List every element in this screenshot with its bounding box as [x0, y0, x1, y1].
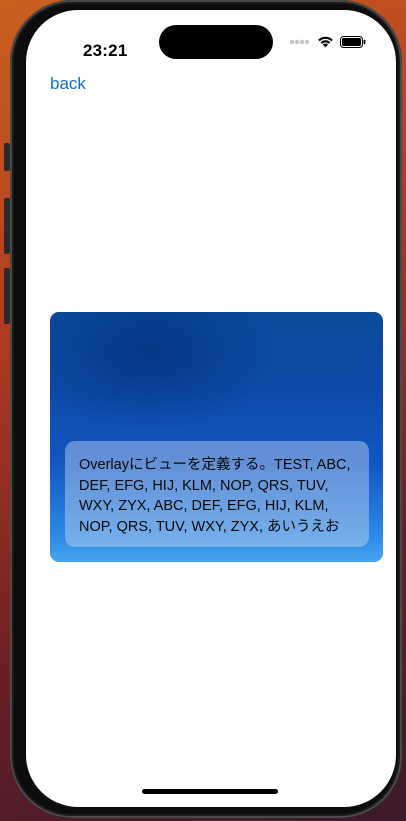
status-time: 23:21 [83, 41, 128, 60]
overlay-view: Overlayにビューを定義する。TEST, ABC, DEF, EFG, HI… [65, 441, 369, 547]
battery-icon [340, 35, 366, 48]
phone-frame: 23:21 back Overlayにビューを定義する。TEST, ABC, D… [10, 0, 402, 818]
cellular-dots-icon [289, 39, 310, 44]
back-button[interactable]: back [50, 74, 86, 94]
gradient-card: Overlayにビューを定義する。TEST, ABC, DEF, EFG, HI… [50, 312, 383, 562]
app-screen: 23:21 back Overlayにビューを定義する。TEST, ABC, D… [26, 10, 396, 807]
dynamic-island [159, 25, 273, 59]
overlay-text: Overlayにビューを定義する。TEST, ABC, DEF, EFG, HI… [79, 457, 351, 535]
status-icons [289, 35, 366, 48]
wifi-icon [318, 36, 333, 48]
home-indicator[interactable] [142, 789, 278, 794]
